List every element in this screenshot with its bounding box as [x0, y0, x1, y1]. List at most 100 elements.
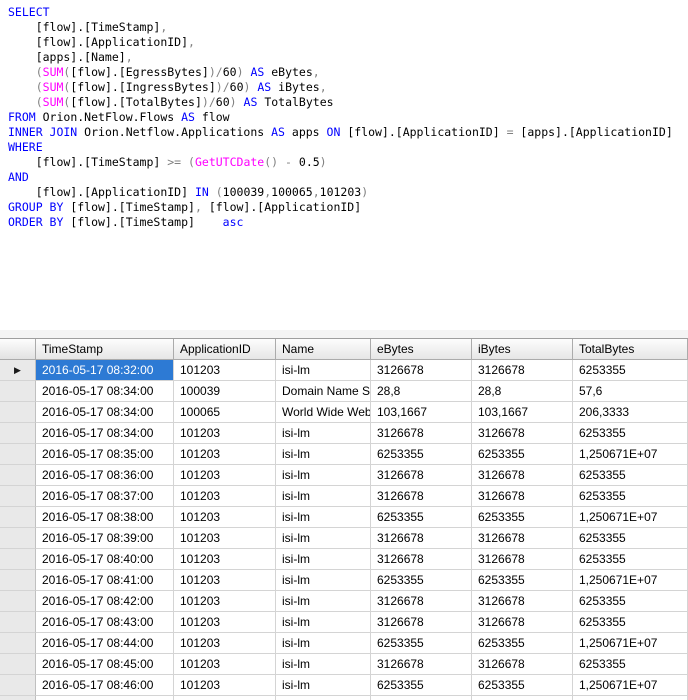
grid-cell[interactable]: 101203	[174, 423, 276, 444]
grid-cell[interactable]: isi-lm	[276, 444, 371, 465]
grid-cell[interactable]: 28,8	[472, 381, 573, 402]
grid-cell[interactable]: 2016-05-17 08:35:00	[36, 444, 174, 465]
grid-corner-cell[interactable]	[0, 339, 36, 360]
grid-cell[interactable]: isi-lm	[276, 612, 371, 633]
grid-cell[interactable]: 3126678	[371, 528, 472, 549]
column-header-ibytes[interactable]: iBytes	[472, 339, 573, 360]
grid-cell[interactable]: 6253355	[371, 696, 472, 700]
grid-cell[interactable]: 3126678	[472, 486, 573, 507]
grid-cell[interactable]: isi-lm	[276, 360, 371, 381]
grid-cell[interactable]: 2016-05-17 08:45:00	[36, 654, 174, 675]
grid-cell[interactable]: 6253355	[472, 444, 573, 465]
grid-cell[interactable]: 101203	[174, 360, 276, 381]
grid-cell[interactable]: 101203	[174, 507, 276, 528]
grid-cell[interactable]: 57,6	[573, 381, 688, 402]
grid-cell[interactable]: isi-lm	[276, 633, 371, 654]
grid-cell[interactable]: 3126678	[472, 612, 573, 633]
grid-cell[interactable]: 6253355	[573, 654, 688, 675]
grid-cell[interactable]: isi-lm	[276, 696, 371, 700]
grid-cell[interactable]: 2016-05-17 08:47:00	[36, 696, 174, 700]
grid-cell[interactable]: 1,250671E+07	[573, 444, 688, 465]
grid-cell[interactable]: 206,3333	[573, 402, 688, 423]
grid-cell[interactable]: 3126678	[371, 465, 472, 486]
row-selector[interactable]	[0, 570, 36, 591]
grid-cell[interactable]: 6253355	[472, 570, 573, 591]
grid-cell[interactable]: 2016-05-17 08:44:00	[36, 633, 174, 654]
grid-cell[interactable]: isi-lm	[276, 549, 371, 570]
grid-cell[interactable]: 1,250671E+07	[573, 675, 688, 696]
grid-cell[interactable]: 2016-05-17 08:34:00	[36, 423, 174, 444]
row-selector[interactable]	[0, 507, 36, 528]
grid-cell[interactable]: 101203	[174, 549, 276, 570]
row-selector[interactable]	[0, 696, 36, 700]
grid-cell[interactable]: 6253355	[371, 444, 472, 465]
column-header-applicationid[interactable]: ApplicationID	[174, 339, 276, 360]
grid-cell[interactable]: 6253355	[573, 591, 688, 612]
column-header-timestamp[interactable]: TimeStamp	[36, 339, 174, 360]
grid-cell[interactable]: Domain Name Se...	[276, 381, 371, 402]
grid-cell[interactable]: 2016-05-17 08:40:00	[36, 549, 174, 570]
grid-cell[interactable]: 3126678	[371, 591, 472, 612]
grid-cell[interactable]: 100065	[174, 402, 276, 423]
grid-cell[interactable]: 101203	[174, 444, 276, 465]
grid-cell[interactable]: 1,250671E+07	[573, 507, 688, 528]
row-selector[interactable]	[0, 486, 36, 507]
grid-cell[interactable]: 2016-05-17 08:42:00	[36, 591, 174, 612]
grid-cell[interactable]: 101203	[174, 591, 276, 612]
grid-cell[interactable]: 6253355	[371, 633, 472, 654]
grid-cell[interactable]: 1,250671E+07	[573, 696, 688, 700]
grid-cell[interactable]: 101203	[174, 633, 276, 654]
grid-cell[interactable]: 3126678	[472, 360, 573, 381]
grid-cell[interactable]: 101203	[174, 465, 276, 486]
column-header-ebytes[interactable]: eBytes	[371, 339, 472, 360]
grid-cell[interactable]: 6253355	[472, 633, 573, 654]
row-selector[interactable]	[0, 549, 36, 570]
grid-cell[interactable]: 2016-05-17 08:36:00	[36, 465, 174, 486]
grid-cell[interactable]: 6253355	[573, 423, 688, 444]
row-selector[interactable]	[0, 591, 36, 612]
grid-cell[interactable]: 3126678	[472, 465, 573, 486]
grid-cell[interactable]: 6253355	[573, 549, 688, 570]
grid-cell[interactable]: 2016-05-17 08:39:00	[36, 528, 174, 549]
grid-cell[interactable]: 3126678	[371, 360, 472, 381]
grid-cell[interactable]: 3126678	[371, 612, 472, 633]
grid-cell[interactable]: 2016-05-17 08:43:00	[36, 612, 174, 633]
grid-cell[interactable]: 28,8	[371, 381, 472, 402]
grid-cell[interactable]: 3126678	[371, 549, 472, 570]
grid-cell[interactable]: 2016-05-17 08:34:00	[36, 402, 174, 423]
grid-cell[interactable]: 101203	[174, 486, 276, 507]
grid-cell[interactable]: isi-lm	[276, 486, 371, 507]
grid-cell[interactable]: 3126678	[472, 528, 573, 549]
grid-cell[interactable]: isi-lm	[276, 654, 371, 675]
grid-cell[interactable]: 101203	[174, 612, 276, 633]
grid-cell[interactable]: 101203	[174, 675, 276, 696]
grid-cell[interactable]: 6253355	[472, 675, 573, 696]
grid-cell[interactable]: isi-lm	[276, 675, 371, 696]
row-selector[interactable]	[0, 444, 36, 465]
row-selector[interactable]	[0, 381, 36, 402]
grid-cell[interactable]: 6253355	[573, 360, 688, 381]
grid-cell[interactable]: 3126678	[472, 549, 573, 570]
row-selector[interactable]	[0, 612, 36, 633]
grid-cell[interactable]: 1,250671E+07	[573, 633, 688, 654]
grid-cell[interactable]: 103,1667	[371, 402, 472, 423]
column-header-name[interactable]: Name	[276, 339, 371, 360]
grid-cell[interactable]: 2016-05-17 08:38:00	[36, 507, 174, 528]
grid-cell[interactable]: isi-lm	[276, 423, 371, 444]
grid-cell[interactable]: 6253355	[371, 507, 472, 528]
grid-cell[interactable]: 2016-05-17 08:46:00	[36, 675, 174, 696]
grid-cell[interactable]: 103,1667	[472, 402, 573, 423]
grid-cell[interactable]: 100039	[174, 381, 276, 402]
grid-cell[interactable]: isi-lm	[276, 465, 371, 486]
column-header-totalbytes[interactable]: TotalBytes	[573, 339, 688, 360]
grid-cell[interactable]: isi-lm	[276, 528, 371, 549]
row-selector[interactable]	[0, 528, 36, 549]
grid-cell[interactable]: 6253355	[573, 528, 688, 549]
row-selector[interactable]	[0, 633, 36, 654]
grid-cell[interactable]: 6253355	[573, 465, 688, 486]
grid-cell[interactable]: 2016-05-17 08:37:00	[36, 486, 174, 507]
grid-cell[interactable]: 6253355	[472, 507, 573, 528]
grid-cell[interactable]: 101203	[174, 528, 276, 549]
grid-cell[interactable]: World Wide Web...	[276, 402, 371, 423]
grid-cell[interactable]: 6253355	[371, 675, 472, 696]
